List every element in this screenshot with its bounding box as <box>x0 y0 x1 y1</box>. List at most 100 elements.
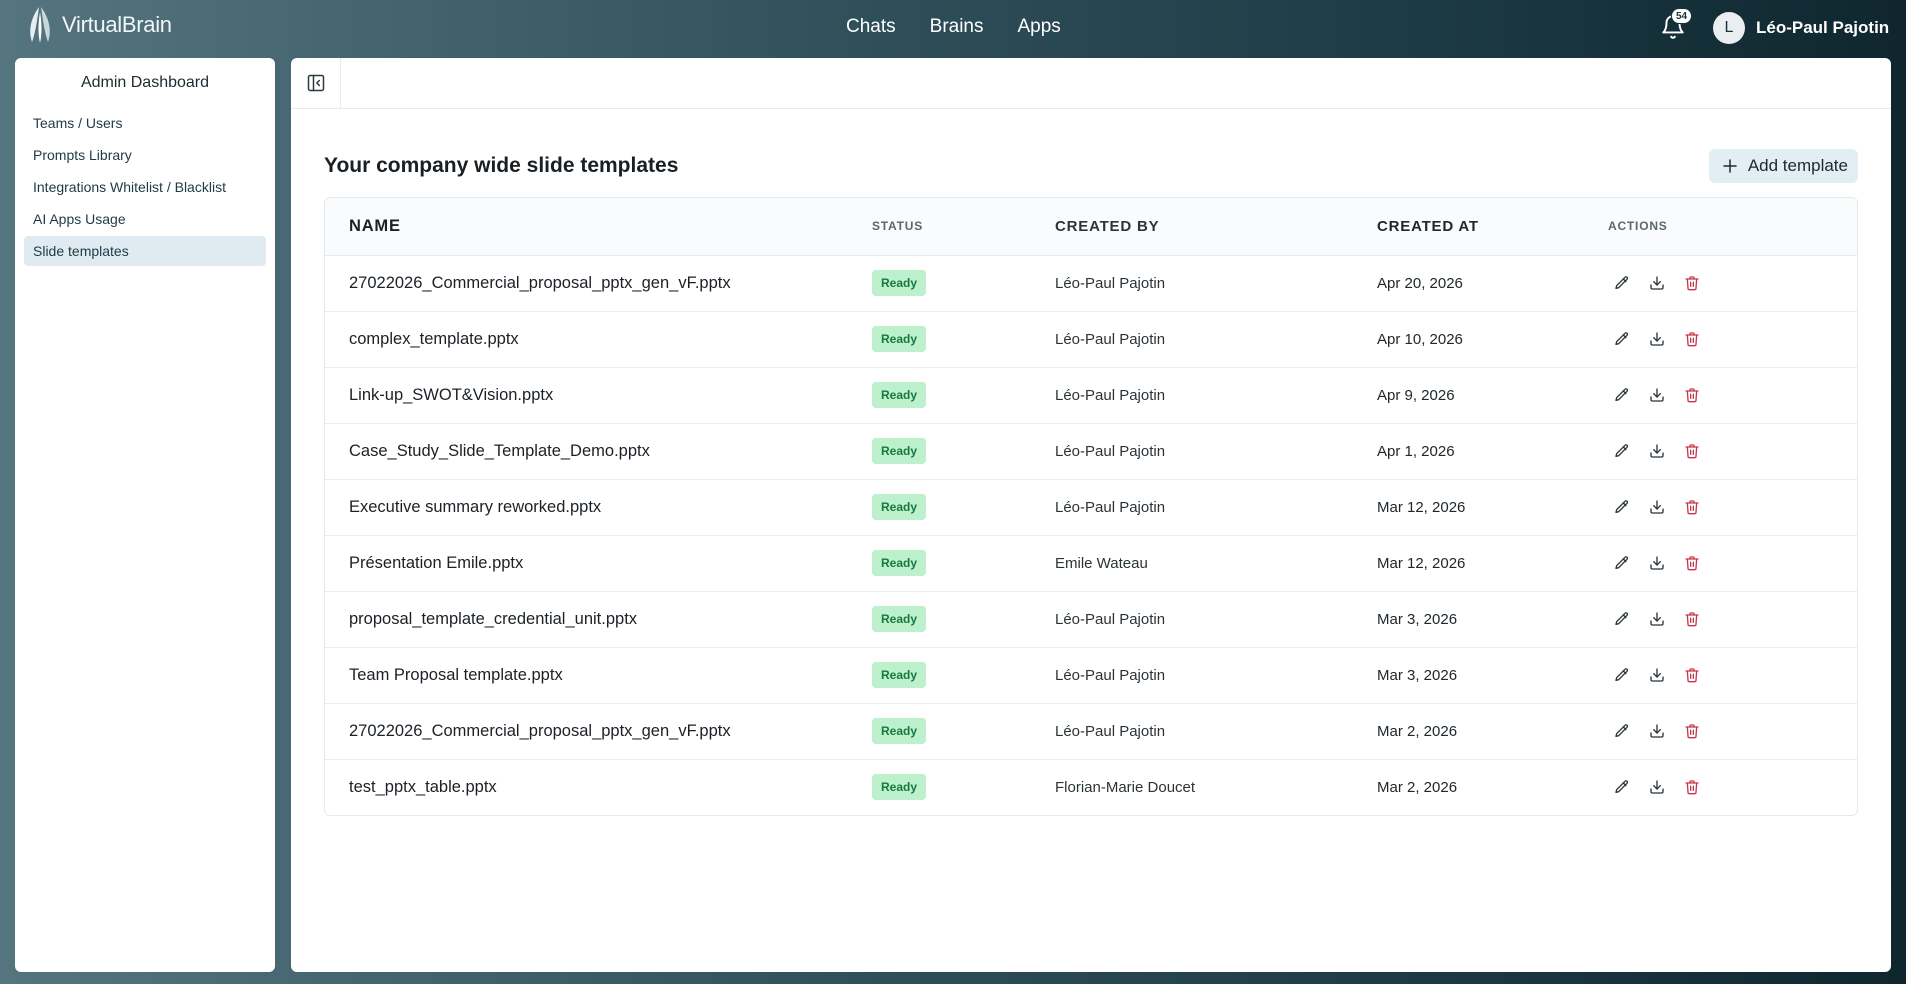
created-by: Léo-Paul Pajotin <box>1055 590 1377 647</box>
nav-apps[interactable]: Apps <box>1018 16 1061 38</box>
column-header-created-by: CREATED BY <box>1055 198 1377 256</box>
column-header-actions: ACTIONS <box>1608 198 1857 256</box>
table-row: test_pptx_table.pptx Ready Florian-Marie… <box>325 758 1857 815</box>
table-body: 27022026_Commercial_proposal_pptx_gen_vF… <box>325 255 1857 815</box>
table-row: Link-up_SWOT&Vision.pptx Ready Léo-Paul … <box>325 366 1857 423</box>
created-at: Mar 12, 2026 <box>1377 478 1608 535</box>
template-name: 27022026_Commercial_proposal_pptx_gen_vF… <box>349 273 731 292</box>
created-by: Léo-Paul Pajotin <box>1055 422 1377 479</box>
sidebar-title: Admin Dashboard <box>80 74 210 91</box>
templates-table: NAME STATUS CREATED BY CREATED AT ACTION… <box>324 197 1858 816</box>
collapse-sidebar-button[interactable] <box>291 58 341 109</box>
sidebar-item-integrations[interactable]: Integrations Whitelist / Blacklist <box>24 172 266 202</box>
created-by: Léo-Paul Pajotin <box>1055 478 1377 535</box>
created-at: Apr 10, 2026 <box>1377 310 1608 367</box>
app-name: VirtualBrain <box>62 12 172 37</box>
created-at: Apr 1, 2026 <box>1377 422 1608 479</box>
trash-icon[interactable] <box>1682 553 1702 573</box>
notification-count-badge: 54 <box>1671 8 1693 24</box>
column-header-status: STATUS <box>872 198 1055 256</box>
template-name: Team Proposal template.pptx <box>325 646 872 703</box>
created-by: Emile Wateau <box>1055 534 1377 591</box>
edit-icon[interactable] <box>1612 329 1632 349</box>
trash-icon[interactable] <box>1682 273 1702 293</box>
trash-icon[interactable] <box>1682 497 1702 517</box>
table-row: Executive summary reworked.pptx Ready Lé… <box>325 478 1857 535</box>
download-icon[interactable] <box>1647 777 1667 797</box>
add-template-button[interactable]: Add template <box>1708 149 1858 183</box>
user-name: Léo-Paul Pajotin <box>1756 18 1890 37</box>
virtualbrain-logo-icon <box>30 7 50 43</box>
edit-icon[interactable] <box>1612 721 1632 741</box>
created-by: Léo-Paul Pajotin <box>1055 310 1377 367</box>
user-menu[interactable]: L Léo-Paul Pajotin <box>1713 12 1889 44</box>
edit-icon[interactable] <box>1612 273 1632 293</box>
template-name: 27022026_Commercial_proposal_pptx_gen_vF… <box>325 702 872 759</box>
trash-icon[interactable] <box>1682 385 1702 405</box>
table-row: 27022026_Commercial_proposal_pptx_gen_vF… <box>325 255 1857 311</box>
created-at: Apr 20, 2026 <box>1377 274 1463 292</box>
template-name: Case_Study_Slide_Template_Demo.pptx <box>325 422 872 479</box>
sidebar-item-slide-templates[interactable]: Slide templates <box>24 236 266 266</box>
download-icon[interactable] <box>1647 665 1667 685</box>
created-at: Mar 2, 2026 <box>1377 702 1608 759</box>
status-badge: Ready <box>872 270 927 296</box>
download-icon[interactable] <box>1647 609 1667 629</box>
page-header: Your company wide slide templates Add te… <box>324 149 1858 183</box>
download-icon[interactable] <box>1647 721 1667 741</box>
nav-brains[interactable]: Brains <box>930 16 984 38</box>
created-by: Léo-Paul Pajotin <box>1055 274 1166 292</box>
sidebar-collapse-icon <box>307 74 324 92</box>
edit-icon[interactable] <box>1612 665 1632 685</box>
template-name: Présentation Emile.pptx <box>325 534 872 591</box>
row-actions <box>1608 721 1857 741</box>
page-title: Your company wide slide templates <box>324 154 679 177</box>
avatar: L <box>1713 12 1745 44</box>
download-icon[interactable] <box>1647 273 1667 293</box>
row-actions <box>1608 665 1857 685</box>
admin-sidebar: Admin Dashboard Teams / Users Prompts Li… <box>15 58 275 972</box>
edit-icon[interactable] <box>1612 441 1632 461</box>
row-actions <box>1608 777 1857 797</box>
created-at: Mar 3, 2026 <box>1377 590 1608 647</box>
sidebar-item-prompts-library[interactable]: Prompts Library <box>24 140 266 170</box>
edit-icon[interactable] <box>1612 553 1632 573</box>
nav-chats[interactable]: Chats <box>846 16 896 38</box>
row-actions <box>1608 385 1857 405</box>
trash-icon[interactable] <box>1682 721 1702 741</box>
template-name: complex_template.pptx <box>325 310 872 367</box>
sidebar-item-teams-users[interactable]: Teams / Users <box>24 108 266 138</box>
template-name: proposal_template_credential_unit.pptx <box>325 590 872 647</box>
edit-icon[interactable] <box>1612 385 1632 405</box>
trash-icon[interactable] <box>1682 777 1702 797</box>
table-row: 27022026_Commercial_proposal_pptx_gen_vF… <box>325 702 1857 759</box>
download-icon[interactable] <box>1647 553 1667 573</box>
download-icon[interactable] <box>1647 329 1667 349</box>
edit-icon[interactable] <box>1612 497 1632 517</box>
trash-icon[interactable] <box>1682 609 1702 629</box>
top-bar: VirtualBrain Chats Brains Apps 54 L Léo-… <box>0 0 1906 58</box>
table-header-row: NAME STATUS CREATED BY CREATED AT ACTION… <box>325 198 1857 256</box>
row-actions <box>1608 441 1857 461</box>
download-icon[interactable] <box>1647 441 1667 461</box>
status-badge: Ready <box>872 606 927 632</box>
trash-icon[interactable] <box>1682 665 1702 685</box>
logo[interactable]: VirtualBrain <box>26 6 172 44</box>
main-panel: Your company wide slide templates Add te… <box>291 58 1891 972</box>
template-name: Executive summary reworked.pptx <box>325 478 872 535</box>
trash-icon[interactable] <box>1682 329 1702 349</box>
table-row: Présentation Emile.pptx Ready Emile Wate… <box>325 534 1857 591</box>
created-at: Apr 9, 2026 <box>1377 366 1608 423</box>
download-icon[interactable] <box>1647 385 1667 405</box>
created-by: Léo-Paul Pajotin <box>1055 366 1377 423</box>
edit-icon[interactable] <box>1612 777 1632 797</box>
sidebar-item-ai-apps-usage[interactable]: AI Apps Usage <box>24 204 266 234</box>
download-icon[interactable] <box>1647 497 1667 517</box>
row-actions <box>1608 329 1857 349</box>
column-header-name: NAME <box>325 198 872 256</box>
table-row: complex_template.pptx Ready Léo-Paul Paj… <box>325 310 1857 367</box>
trash-icon[interactable] <box>1682 441 1702 461</box>
edit-icon[interactable] <box>1612 609 1632 629</box>
created-by: Léo-Paul Pajotin <box>1055 646 1377 703</box>
created-by: Léo-Paul Pajotin <box>1055 702 1377 759</box>
